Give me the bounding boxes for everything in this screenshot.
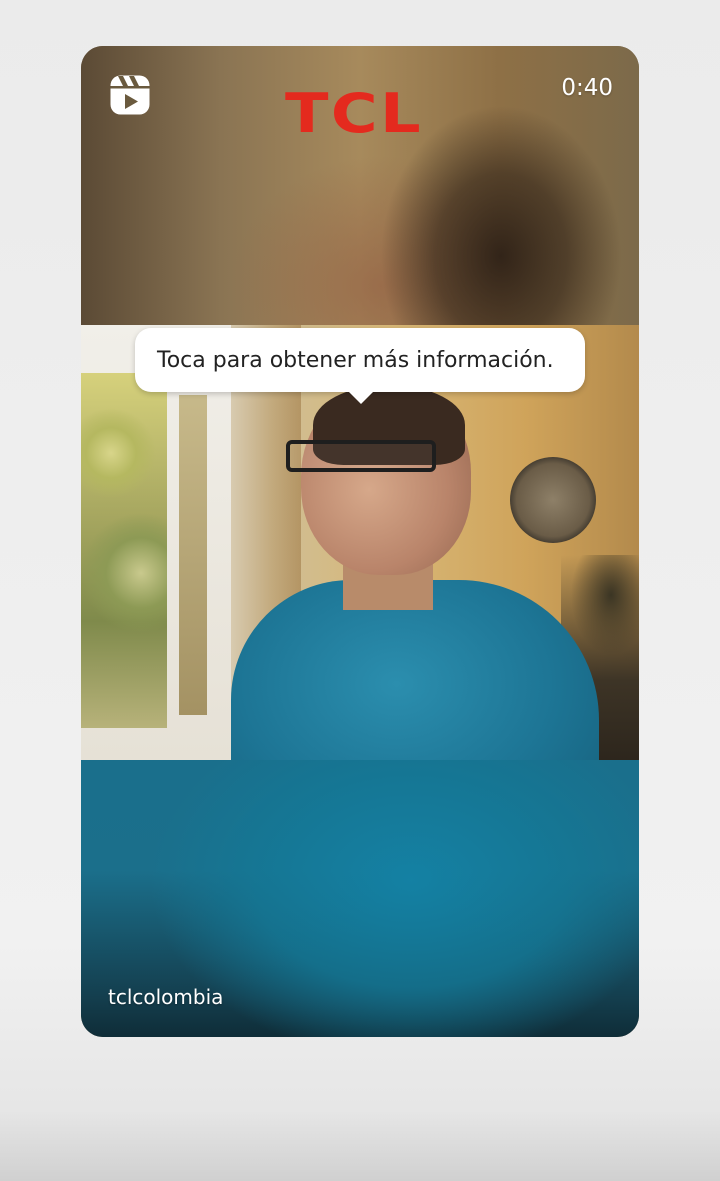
person-glasses	[286, 440, 436, 472]
account-username[interactable]: tclcolombia	[108, 984, 223, 1010]
more-info-tooltip[interactable]: Toca para obtener más información.	[135, 328, 585, 404]
tooltip-arrow	[348, 391, 374, 404]
video-duration: 0:40	[561, 75, 613, 101]
reels-icon-glyph	[110, 75, 150, 115]
wall-clock	[510, 457, 596, 543]
window-garden-view	[81, 373, 167, 728]
reels-icon[interactable]	[109, 74, 151, 116]
tooltip-text: Toca para obtener más información.	[157, 347, 554, 373]
brand-logo: TCL	[285, 82, 423, 145]
reel-video-card[interactable]: TCL 0:40 Toca para obtener más informaci…	[81, 46, 639, 1037]
window-pane	[179, 395, 207, 715]
